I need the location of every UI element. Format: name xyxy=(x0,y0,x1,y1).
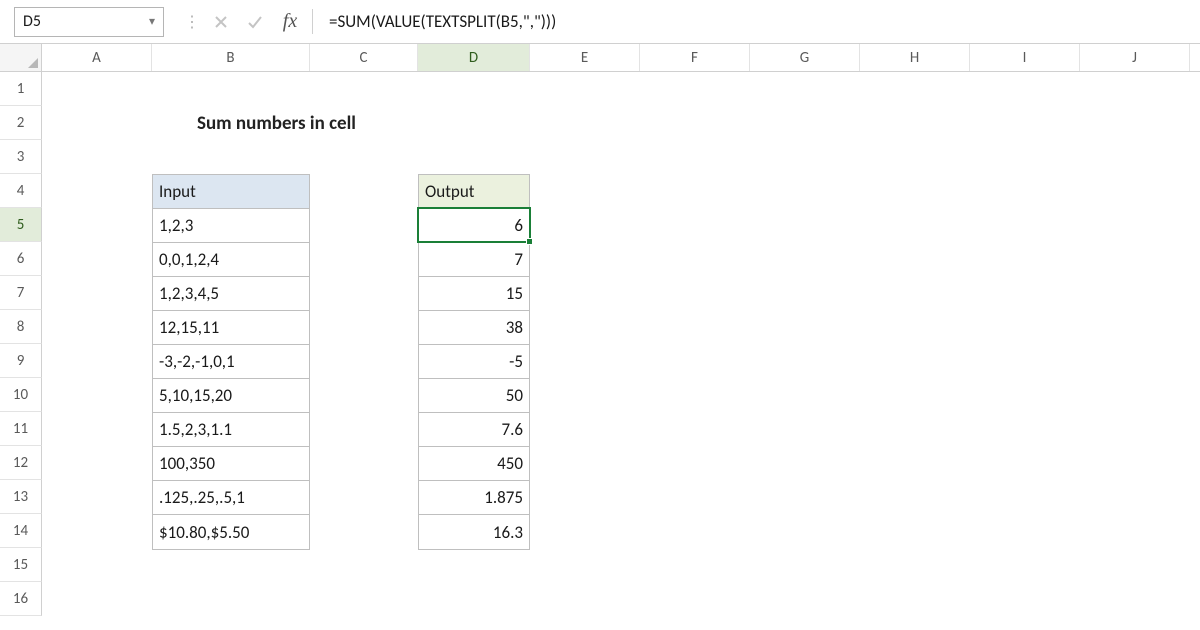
column-header-F[interactable]: F xyxy=(640,44,750,71)
input-cell[interactable]: $10.80,$5.50 xyxy=(153,515,309,549)
input-cell[interactable]: 100,350 xyxy=(153,447,309,481)
input-table: Input1,2,30,0,1,2,41,2,3,4,512,15,11-3,-… xyxy=(152,174,310,550)
row-header-4[interactable]: 4 xyxy=(0,174,42,208)
row-header-2[interactable]: 2 xyxy=(0,106,42,140)
row-header-5[interactable]: 5 xyxy=(0,208,42,242)
output-cell[interactable]: 15 xyxy=(419,277,529,311)
input-cell[interactable]: 1.5,2,3,1.1 xyxy=(153,413,309,447)
output-cell[interactable]: 38 xyxy=(419,311,529,345)
row-header-8[interactable]: 8 xyxy=(0,310,42,344)
input-cell[interactable]: 12,15,11 xyxy=(153,311,309,345)
column-header-G[interactable]: G xyxy=(750,44,860,71)
output-header-cell[interactable]: Output xyxy=(419,175,529,209)
output-cell[interactable]: 16.3 xyxy=(419,515,529,549)
input-cell[interactable]: 1,2,3,4,5 xyxy=(153,277,309,311)
row-header-3[interactable]: 3 xyxy=(0,140,42,174)
separator-icon: ⋮ xyxy=(180,0,204,43)
enter-formula-button xyxy=(238,0,272,43)
input-cell[interactable]: 5,10,15,20 xyxy=(153,379,309,413)
output-cell[interactable]: -5 xyxy=(419,345,529,379)
cancel-formula-button xyxy=(204,0,238,43)
divider xyxy=(312,9,313,35)
column-header-H[interactable]: H xyxy=(860,44,970,71)
fx-icon: fx xyxy=(283,10,297,33)
row-header-14[interactable]: 14 xyxy=(0,514,42,548)
formula-input[interactable]: =SUM(VALUE(TEXTSPLIT(B5,","))) xyxy=(317,0,1200,43)
insert-function-button[interactable]: fx xyxy=(272,0,308,43)
output-cell[interactable]: 50 xyxy=(419,379,529,413)
input-cell[interactable]: 0,0,1,2,4 xyxy=(153,243,309,277)
formula-text: =SUM(VALUE(TEXTSPLIT(B5,","))) xyxy=(329,11,556,32)
column-header-A[interactable]: A xyxy=(42,44,152,71)
column-header-J[interactable]: J xyxy=(1080,44,1190,71)
page-title: Sum numbers in cell xyxy=(197,112,356,135)
column-header-E[interactable]: E xyxy=(530,44,640,71)
column-header-D[interactable]: D xyxy=(418,44,530,71)
output-cell[interactable]: 6 xyxy=(419,209,529,243)
output-cell[interactable]: 7.6 xyxy=(419,413,529,447)
row-header-1[interactable]: 1 xyxy=(0,72,42,106)
row-header-10[interactable]: 10 xyxy=(0,378,42,412)
row-header-13[interactable]: 13 xyxy=(0,480,42,514)
row-header-6[interactable]: 6 xyxy=(0,242,42,276)
column-header-I[interactable]: I xyxy=(970,44,1080,71)
input-cell[interactable]: -3,-2,-1,0,1 xyxy=(153,345,309,379)
column-header-C[interactable]: C xyxy=(310,44,418,71)
select-all-corner[interactable] xyxy=(0,44,42,71)
row-header-11[interactable]: 11 xyxy=(0,412,42,446)
row-header-9[interactable]: 9 xyxy=(0,344,42,378)
name-box[interactable]: D5 ▾ xyxy=(14,7,164,37)
output-cell[interactable]: 7 xyxy=(419,243,529,277)
output-cell[interactable]: 450 xyxy=(419,447,529,481)
row-header-15[interactable]: 15 xyxy=(0,548,42,582)
input-header-cell[interactable]: Input xyxy=(153,175,309,209)
chevron-down-icon[interactable]: ▾ xyxy=(149,14,155,29)
row-header-7[interactable]: 7 xyxy=(0,276,42,310)
row-header-16[interactable]: 16 xyxy=(0,582,42,616)
output-cell[interactable]: 1.875 xyxy=(419,481,529,515)
column-header-B[interactable]: B xyxy=(152,44,310,71)
formula-bar-row: D5 ▾ ⋮ fx =SUM(VALUE(TEXTSPLIT(B5,","))) xyxy=(0,0,1200,44)
row-header-12[interactable]: 12 xyxy=(0,446,42,480)
name-box-value: D5 xyxy=(23,12,41,31)
output-table: Output671538-5507.64501.87516.3 xyxy=(418,174,530,550)
input-cell[interactable]: .125,.25,.5,1 xyxy=(153,481,309,515)
input-cell[interactable]: 1,2,3 xyxy=(153,209,309,243)
